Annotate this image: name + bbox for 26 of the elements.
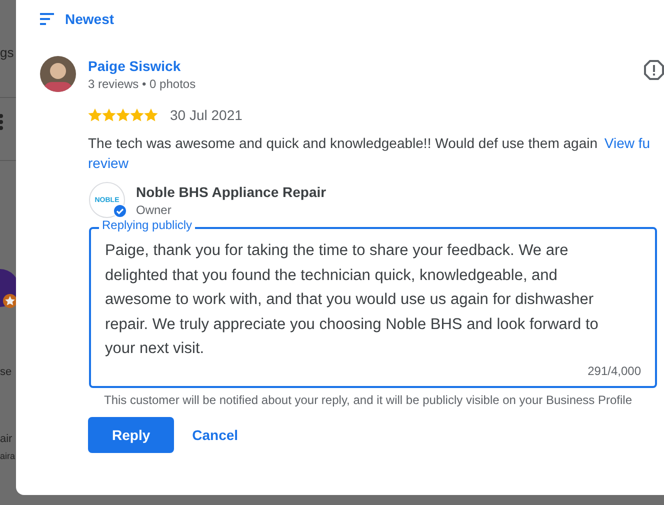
reply-button[interactable]: Reply — [88, 417, 174, 453]
view-review-link[interactable]: View fu — [604, 135, 650, 151]
review-text: The tech was awesome and quick and knowledgeable!! Would def use them again View fu review — [88, 134, 652, 173]
character-count: 291/4,000 — [588, 364, 641, 378]
owner-role: Owner — [136, 202, 172, 216]
star-icon — [88, 108, 102, 122]
notice-text: This customer will be notified about your reply, and it will be publicly visible on your Business Profile — [104, 394, 634, 407]
view-review-link[interactable]: review — [88, 155, 128, 171]
avatar-icon[interactable] — [40, 56, 76, 92]
field-label: Replying publicly — [99, 218, 196, 232]
background-text: se — [0, 366, 12, 378]
sort-icon — [40, 13, 54, 25]
sort-button[interactable]: Newest — [40, 11, 114, 27]
report-icon[interactable] — [644, 60, 664, 80]
star-icon — [116, 108, 130, 122]
review-date: 30 Jul 2021 — [170, 107, 242, 123]
business-name: Noble BHS Appliance Repair — [136, 184, 328, 200]
star-icon — [130, 108, 144, 122]
star-icon — [144, 108, 158, 122]
background-text: air — [0, 433, 12, 445]
background-text: aira — [0, 451, 16, 461]
background-text: gs — [0, 45, 14, 60]
cancel-button[interactable]: Cancel — [184, 417, 246, 453]
author-link[interactable]: Paige Siswick — [88, 58, 644, 74]
review-count: 3 reviews • 0 photos — [88, 76, 197, 90]
star-icon — [102, 108, 116, 122]
